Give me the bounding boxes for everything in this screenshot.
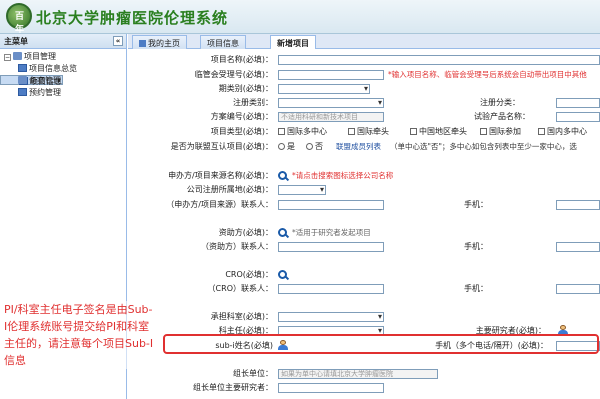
option-label: 国内多中心 [547,127,587,136]
applicant-contact-label: （申办方/项目来源）联系人： [166,200,273,209]
sponsor-contact-label: （资助方）联系人： [201,242,273,251]
option-label: 国际牵头 [357,127,389,136]
alliance-member-link[interactable]: 联盟成员列表 [336,142,381,152]
tree-item-project-management[interactable]: − 项目管理 [0,51,126,63]
search-icon[interactable] [278,228,287,237]
project-name-label: 项目名称(必填)： [210,55,273,64]
option-label: 否 [315,142,323,151]
reg-class-label: 注册分类： [480,98,520,107]
folder-icon [13,52,22,60]
hospital-logo: 百年 [6,3,32,35]
tab-home[interactable]: 我的主页 [132,35,187,49]
collapse-sidebar-button[interactable]: « [113,36,123,46]
home-icon [139,40,146,47]
app-header: 百年 北京大学肿瘤医院伦理系统 [0,0,600,35]
committee-no-input[interactable] [278,70,384,80]
logo-mark: 百年 [15,12,25,35]
product-name-label: 试验产品名称： [474,112,530,121]
option-label: 国际参加 [489,127,521,136]
applicant-contact-input[interactable] [278,200,384,210]
checkbox[interactable] [348,128,355,135]
tab-project-info[interactable]: 项目信息 [200,35,246,49]
sponsor-phone-input[interactable] [556,242,600,252]
alliance-note: （单中心选"否"；多中心如包含列表中至少一家中心，选 [390,142,577,151]
product-name-input[interactable] [556,112,600,122]
type-option-intl-multicenter[interactable]: 国际多中心 [278,127,327,137]
tab-label: 我的主页 [148,39,180,48]
folder-icon [18,76,27,84]
committee-no-label: 临管会受理号(必填)： [194,70,273,79]
radio-button[interactable] [306,143,313,150]
sponsor-contact-input[interactable] [278,242,384,252]
undertake-dept-select[interactable] [278,312,384,322]
system-title: 北京大学肿瘤医院伦理系统 [36,9,229,27]
sidebar-title: 主菜单 [4,37,28,46]
tree-item-label: 项目信息总览 [29,64,77,73]
page-icon [18,64,27,72]
type-option-intl-participate[interactable]: 国际参加 [480,127,521,137]
tab-label: 新增项目 [277,39,309,48]
joint-review-label: 是否为联盟互认项目(必填)： [170,142,273,151]
project-type-label: 项目类型(必填)： [210,127,273,136]
reg-class-input[interactable] [556,98,600,108]
committee-hint: *输入项目名称、临管会受理号后系统会自动带出项目中其他 [388,70,587,79]
option-label: 是 [287,142,295,151]
reg-type-select[interactable] [278,98,384,108]
tree-item-label: 项目管理 [24,52,56,61]
cro-label: CRO(必填)： [225,270,273,279]
type-option-domestic-multicenter[interactable]: 国内多中心 [538,127,587,137]
protocol-no-label: 方案编号(必填)： [210,112,273,121]
applicant-label: 申办方/项目来源名称(必填)： [168,171,273,180]
tree-item-appointment[interactable]: 预约管理 [0,87,126,99]
company-country-select[interactable] [278,185,326,195]
tree-item-filing[interactable]: 备案管理 [0,75,126,87]
leader-unit-input[interactable]: 如果为单中心请填北京大学肿瘤医院 [278,369,438,379]
phase-label: 期类别(必填)： [218,84,273,93]
tab-label: 项目信息 [207,39,239,48]
annotation-text: PI/科室主任电子签名是由Sub-I伦理系统账号提交给PI和科室主任的，请注意每… [4,301,154,369]
tab-new-project[interactable]: 新增项目 [270,35,316,49]
sidebar-header: 主菜单 « [0,34,126,49]
checkbox[interactable] [410,128,417,135]
phone-label-3: 手机： [464,284,488,293]
joint-review-yes[interactable]: 是 [278,142,295,152]
protocol-no-input[interactable]: 不适用科研和新技术项目 [278,112,384,122]
phase-select[interactable] [278,84,370,94]
tree-item-label: 预约管理 [29,88,61,97]
phone-label-1: 手机： [464,200,488,209]
option-label: 国际多中心 [287,127,327,136]
sponsor-label: 资助方(必填)： [218,228,273,237]
leader-researcher-label: 组长单位主要研究者： [193,383,273,392]
checkbox[interactable] [278,128,285,135]
type-option-intl-lead[interactable]: 国际牵头 [348,127,389,137]
reg-type-label: 注册类别： [233,98,273,107]
sponsor-hint: *适用于研究者发起项目 [292,228,371,237]
phone-label-2: 手机： [464,242,488,251]
search-icon[interactable] [278,270,287,279]
checkbox[interactable] [480,128,487,135]
cro-contact-label: （CRO）联系人： [207,284,273,293]
applicant-hint: *请点击搜索图标选择公司名称 [292,171,394,180]
company-country-label: 公司注册所属地(必填)： [186,185,273,194]
checkbox[interactable] [538,128,545,135]
tree-item-label: 备案管理 [29,76,61,85]
applicant-phone-input[interactable] [556,200,600,210]
cro-phone-input[interactable] [556,284,600,294]
joint-review-no[interactable]: 否 [306,142,323,152]
leader-researcher-input[interactable] [278,383,384,393]
page-icon [18,88,27,96]
radio-button[interactable] [278,143,285,150]
tree-toggle-icon[interactable]: − [4,54,11,61]
menu-tree: −项目管理 项目信息总览 项目信息 备案管理 预约管理 [0,49,126,101]
type-option-china-lead[interactable]: 中国地区牵头 [410,127,467,137]
leader-unit-label: 组长单位： [233,369,273,378]
tree-item-overview[interactable]: 项目信息总览 [0,63,126,75]
search-icon[interactable] [278,171,287,180]
project-name-input[interactable] [278,55,600,65]
tab-bar: 我的主页 项目信息 新增项目 [128,34,600,49]
cro-contact-input[interactable] [278,284,384,294]
option-label: 中国地区牵头 [419,127,467,136]
highlight-box [163,334,599,354]
